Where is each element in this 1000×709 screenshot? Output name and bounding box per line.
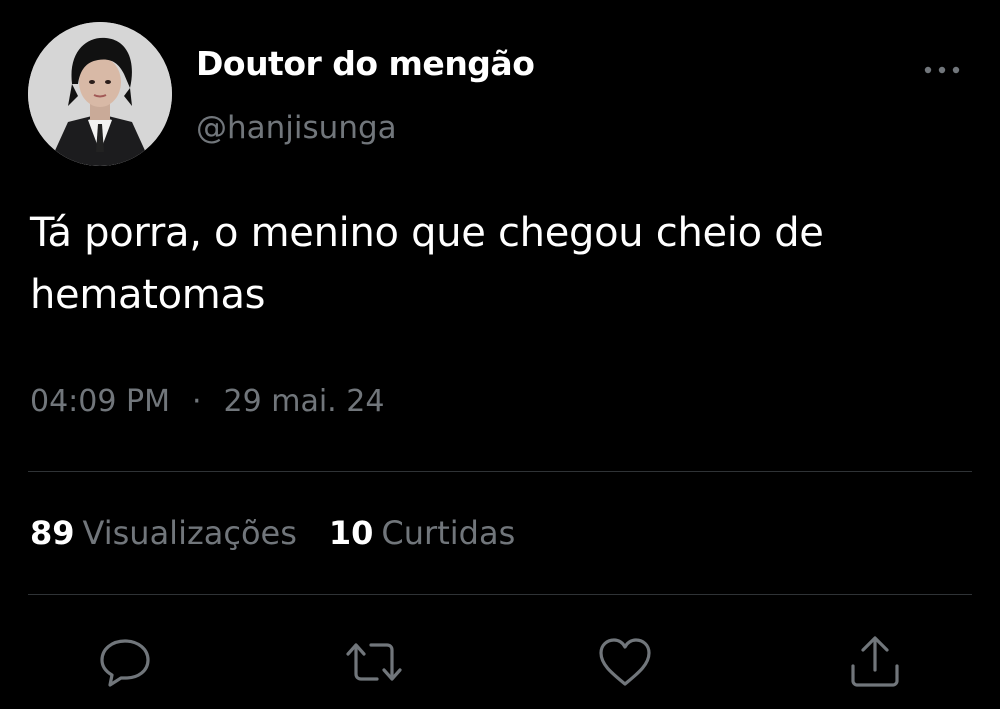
tweet-meta: 04:09 PM · 29 mai. 24 <box>30 384 384 419</box>
meta-separator: · <box>191 384 202 419</box>
heart-icon[interactable] <box>595 632 655 692</box>
tweet-date[interactable]: 29 mai. 24 <box>224 384 385 419</box>
likes-stat[interactable]: 10 Curtidas <box>329 514 515 552</box>
likes-label: Curtidas <box>381 514 516 552</box>
tweet-time[interactable]: 04:09 PM <box>30 384 170 419</box>
divider <box>28 471 972 472</box>
divider <box>28 594 972 595</box>
share-icon[interactable] <box>845 632 905 692</box>
likes-count: 10 <box>328 514 374 552</box>
views-count: 89 <box>30 514 75 552</box>
tweet-stats: 89 Visualizações 10 Curtidas <box>30 514 547 552</box>
avatar[interactable] <box>28 22 172 166</box>
avatar-image <box>28 22 172 166</box>
display-name[interactable]: Doutor do mengão <box>196 44 535 83</box>
tweet-text: Tá porra, o menino que chegou cheio de h… <box>30 210 824 318</box>
user-handle[interactable]: @hanjisunga <box>196 110 397 146</box>
views-label: Visualizações <box>82 514 297 552</box>
views-stat[interactable]: 89 Visualizações <box>30 514 297 552</box>
retweet-icon[interactable] <box>344 632 404 692</box>
more-options-icon[interactable] <box>918 56 966 84</box>
reply-icon[interactable] <box>95 632 155 692</box>
tweet-card: Doutor do mengão @hanjisunga Tá porra, o… <box>0 0 1000 709</box>
